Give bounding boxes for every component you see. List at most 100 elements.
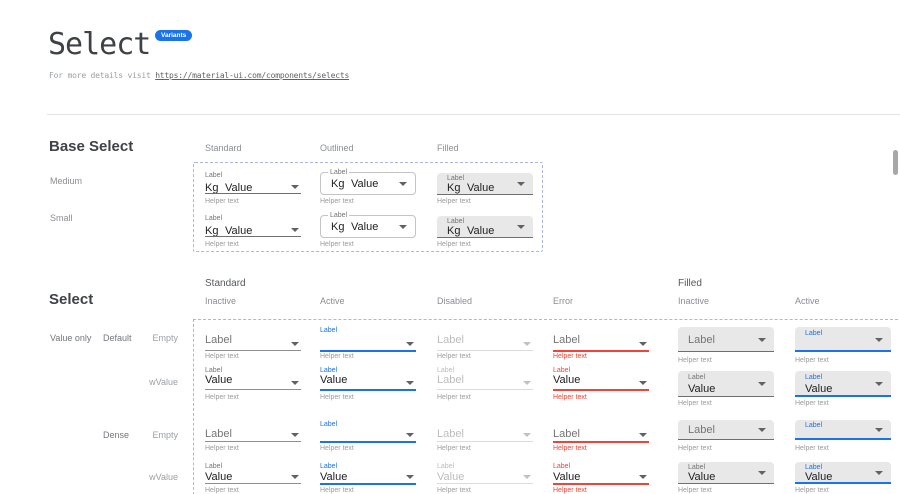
rowkind-empty-default: Empty [130,333,178,343]
dropdown-arrow-icon [406,381,414,385]
select-control[interactable]: LabelValue [678,371,774,397]
field-value: Value [320,374,347,386]
select-control[interactable]: LabelValue [320,461,416,486]
select-control[interactable]: LabelValue [205,461,301,486]
select-control[interactable]: LabelValue [678,462,774,484]
select-filled-active-wvalue-default: LabelValueHelper text [795,371,891,410]
helper-text: Helper text [320,445,354,453]
select-control[interactable]: Label [553,325,649,353]
select-control[interactable]: Label [795,420,891,440]
select-standard-active-empty-default: LabelHelper text [320,325,416,363]
helper-text: Helper text [320,353,354,361]
dropdown-arrow-icon [523,381,531,385]
select-control[interactable]: Label [437,420,533,444]
helper-text: Helper text [678,445,712,453]
select-control[interactable]: LabelKgValue [320,172,416,195]
select-control[interactable]: Label [437,325,533,353]
helper-text: Helper text [205,487,239,494]
helper-text: Helper text [553,487,587,494]
select-filled-inactive-empty-default: LabelHelper text [678,327,774,367]
outlined-notch-label: Label [328,169,349,177]
select-control[interactable]: Label [205,325,301,353]
page-canvas: Select Variants For more details visit h… [0,0,900,494]
select-control[interactable]: Label [678,327,774,352]
select-control[interactable]: Label [205,420,301,444]
dropdown-arrow-icon [875,382,883,386]
select-control[interactable]: LabelKgValue [437,173,533,195]
select-standard-inactive-empty-default: LabelHelper text [205,325,301,363]
select-control[interactable]: LabelValue [320,364,416,392]
material-ui-link[interactable]: https://material-ui.com/components/selec… [155,71,349,80]
field-value: Value [437,471,464,483]
select-standard-error-wvalue-dense: LabelValueHelper text [553,461,649,494]
dropdown-arrow-icon [639,433,647,437]
select-control[interactable]: LabelValue [553,364,649,392]
dropdown-arrow-icon [291,228,299,232]
select-control[interactable]: LabelValue [795,371,891,397]
helper-text: Helper text [553,353,587,361]
adornment: Kg [331,178,344,190]
field-label: Label [805,422,822,430]
base-row-small: Small [50,213,73,223]
field-value: Value [805,383,832,395]
dropdown-arrow-icon [758,471,766,475]
dropdown-arrow-icon [639,342,647,346]
dropdown-arrow-icon [517,182,525,186]
base-select-standard-medium: LabelKgValueHelper text [205,172,301,208]
field-label: Label [805,374,822,382]
scrollbar-thumb[interactable] [893,150,898,175]
field-label: Label [437,428,464,440]
helper-text: Helper text [205,445,239,453]
select-control[interactable]: Label [553,420,649,444]
dropdown-arrow-icon [758,338,766,342]
select-control[interactable]: Label [678,420,774,440]
rowkind-wvalue-default: wValue [130,377,178,387]
dropdown-arrow-icon [291,342,299,346]
field-label: Label [205,463,222,471]
select-filled-active-empty-dense: LabelHelper text [795,420,891,455]
select-filled-inactive-empty-dense: Label Helper text [678,420,774,455]
select-control[interactable]: LabelValue [437,461,533,486]
helper-text: Helper text [437,241,471,249]
helper-text: Helper text [678,400,712,408]
rowvariant-dense: Dense [103,430,129,440]
select-control[interactable]: LabelKgValue [320,215,416,238]
helper-text: Helper text [437,487,471,494]
field-value: Value [553,471,580,483]
select-standard-disabled-empty-default: LabelHelper text [437,325,533,363]
field-value: Label [437,374,464,386]
select-control[interactable]: Label [795,327,891,352]
base-select-outlined-medium: LabelKgValueHelper text [320,172,416,208]
helper-text: Helper text [205,353,239,361]
field-label: Label [553,463,570,471]
field-underline [205,441,301,442]
select-control[interactable]: Label [320,325,416,353]
select-control[interactable]: LabelLabel [437,364,533,392]
select-control[interactable]: Label [320,420,416,444]
field-label: Label [553,428,580,440]
select-standard-inactive-wvalue-dense: LabelValueHelper text [205,461,301,494]
field-underline [320,441,416,443]
select-control[interactable]: LabelKgValue [437,216,533,238]
field-underline [553,483,649,485]
field-underline [437,389,533,390]
page-title: Select [48,27,150,62]
dropdown-arrow-icon [291,433,299,437]
select-standard-disabled-empty-dense: LabelHelper text [437,420,533,455]
select-standard-active-wvalue-default: LabelValue Helper text [320,364,416,404]
select-filled-active-empty-default: LabelHelper text [795,327,891,367]
field-underline [320,389,416,391]
select-standard-inactive-empty-dense: LabelHelper text [205,420,301,455]
field-label: Label [205,215,222,223]
dropdown-arrow-icon [406,342,414,346]
select-control[interactable]: LabelValue [553,461,649,486]
select-control[interactable]: LabelValue [795,462,891,484]
helper-text: Helper text [320,394,354,402]
select-standard-disabled-wvalue-default: LabelLabelHelper text [437,364,533,404]
select-matrix-heading: Select [49,291,93,308]
dropdown-arrow-icon [875,338,883,342]
helper-text: Helper text [437,198,471,206]
select-control[interactable]: LabelKgValue [205,215,301,239]
select-control[interactable]: LabelKgValue [205,172,301,196]
select-control[interactable]: LabelValue [205,364,301,392]
